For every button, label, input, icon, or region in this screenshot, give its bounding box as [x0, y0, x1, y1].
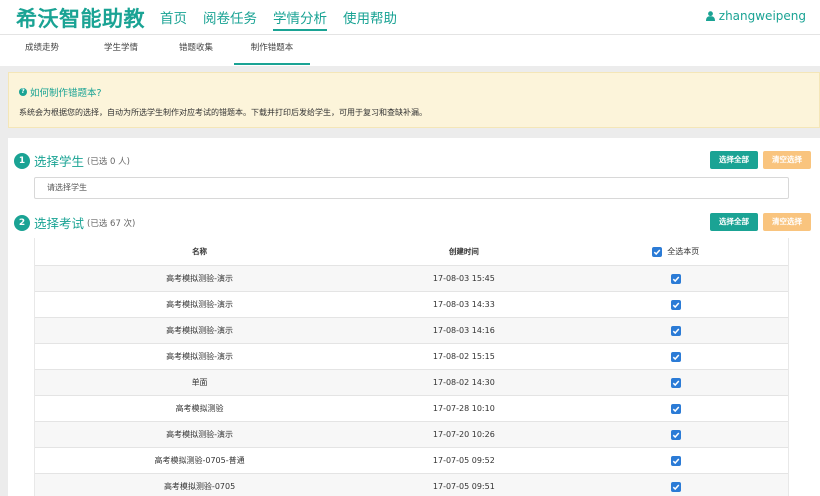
- exam-checkbox-cell[interactable]: [564, 266, 788, 291]
- exam-name: 高考模拟测验-0705: [163, 482, 236, 491]
- nav-item-learning-analysis[interactable]: 学情分析: [273, 7, 327, 31]
- exam-created-time: 17-07-28 10:10: [432, 404, 495, 413]
- sub-tabs: 成绩走势 学生学情 错题收集 制作错题本: [0, 34, 820, 66]
- info-text: 系统会为根据您的选择，自动为所选学生制作对应考试的错题本。下载并打印后发给学生，…: [19, 108, 427, 117]
- table-row: 高考模拟测验-演示 17-08-03 14:16: [35, 318, 788, 344]
- exam-created-time: 17-08-02 15:15: [432, 352, 495, 361]
- exam-name: 高考模拟测验-演示: [166, 274, 233, 283]
- step2-title: 选择考试: [34, 216, 85, 231]
- checkbox-checked-icon[interactable]: [670, 403, 681, 414]
- column-header-name: 名称: [192, 247, 208, 256]
- exam-name: 单面: [191, 378, 208, 387]
- exam-name: 高考模拟测验-演示: [166, 352, 233, 361]
- main-panel: 1 选择学生 (已选 0 人) 选择全部 清空选择 请选择学生 2 选择考试 (…: [8, 138, 820, 496]
- question-icon: ?: [19, 88, 27, 96]
- tab-score-trend[interactable]: 成绩走势: [12, 35, 72, 65]
- exam-checkbox-cell[interactable]: [564, 344, 788, 369]
- student-select-input[interactable]: 请选择学生: [34, 177, 789, 199]
- table-body: 高考模拟测验-演示 17-08-03 15:45 高考模拟测验-演示 17-08-03…: [35, 266, 788, 496]
- checkbox-checked-icon[interactable]: [670, 299, 681, 310]
- nav-item-home[interactable]: 首页: [160, 7, 187, 31]
- step2-header: 2 选择考试 (已选 67 次): [14, 213, 135, 232]
- exam-table: 名称 创建时间 全选本页 高考模拟测验-演示 17-08-03 15:45 高考模拟…: [34, 238, 789, 496]
- exam-created-time: 17-07-05 09:52: [432, 456, 495, 465]
- select-all-students-button[interactable]: 选择全部: [710, 151, 758, 169]
- exam-checkbox-cell[interactable]: [564, 396, 788, 421]
- select-all-exams-button[interactable]: 选择全部: [710, 213, 758, 231]
- table-row: 高考模拟测验-演示 17-08-02 15:15: [35, 344, 788, 370]
- checkbox-checked-icon[interactable]: [670, 351, 681, 362]
- table-row: 单面 17-08-02 14:30: [35, 370, 788, 396]
- column-header-created-time: 创建时间: [448, 247, 479, 256]
- table-row: 高考模拟测验-演示 17-08-03 14:33: [35, 292, 788, 318]
- exam-name: 高考模拟测验-演示: [166, 430, 233, 439]
- username: zhangweipeng: [718, 9, 806, 23]
- info-title-text: 如何制作错题本?: [30, 88, 102, 99]
- exam-name: 高考模拟测验-演示: [166, 300, 233, 309]
- nav-item-grading-tasks[interactable]: 阅卷任务: [203, 7, 257, 31]
- tab-wrong-question-collection[interactable]: 错题收集: [163, 35, 229, 65]
- step2-count: (已选 67 次): [87, 218, 136, 229]
- step1-number: 1: [14, 152, 30, 169]
- table-row: 高考模拟测验-演示 17-07-20 10:26: [35, 422, 788, 448]
- user-menu[interactable]: zhangweipeng: [705, 9, 806, 23]
- step1-header: 1 选择学生 (已选 0 人): [14, 151, 130, 170]
- exam-checkbox-cell[interactable]: [564, 318, 788, 343]
- table-header: 名称 创建时间 全选本页: [35, 238, 788, 266]
- info-title: ? 如何制作错题本?: [19, 85, 102, 99]
- checkbox-checked-icon[interactable]: [670, 455, 681, 466]
- tab-student-analysis[interactable]: 学生学情: [88, 35, 154, 65]
- checkbox-checked-icon[interactable]: [670, 325, 681, 336]
- checkbox-checked-icon[interactable]: [670, 481, 681, 492]
- exam-name: 高考模拟测验-演示: [166, 326, 233, 335]
- table-row: 高考模拟测验-演示 17-08-03 15:45: [35, 266, 788, 292]
- top-navbar: 希沃智能助教 首页 阅卷任务 学情分析 使用帮助 zhangweipeng: [0, 0, 820, 34]
- select-page-label: 全选本页: [667, 247, 700, 256]
- checkbox-checked-icon[interactable]: [670, 429, 681, 440]
- checkbox-checked-icon[interactable]: [670, 273, 681, 284]
- exam-checkbox-cell[interactable]: [564, 474, 788, 496]
- step1-title: 选择学生: [34, 154, 85, 169]
- exam-checkbox-cell[interactable]: [564, 292, 788, 317]
- exam-name: 高考模拟测验-0705-普通: [154, 456, 245, 465]
- exam-checkbox-cell[interactable]: [564, 370, 788, 395]
- exam-created-time: 17-08-03 14:33: [432, 300, 495, 309]
- clear-students-button[interactable]: 清空选择: [763, 151, 811, 169]
- exam-created-time: 17-07-05 09:51: [432, 482, 495, 491]
- brand-logo[interactable]: 希沃智能助教: [16, 3, 145, 33]
- main-nav: 首页 阅卷任务 学情分析 使用帮助: [160, 7, 413, 31]
- step2-number: 2: [14, 214, 30, 231]
- table-row: 高考模拟测验-0705 17-07-05 09:51: [35, 474, 788, 496]
- clear-exams-button[interactable]: 清空选择: [763, 213, 811, 231]
- info-box: ? 如何制作错题本? 系统会为根据您的选择，自动为所选学生制作对应考试的错题本。…: [8, 72, 820, 128]
- checkbox-checked-icon[interactable]: [670, 377, 681, 388]
- tab-make-wrong-book[interactable]: 制作错题本: [234, 35, 310, 65]
- exam-created-time: 17-08-02 14:30: [432, 378, 495, 387]
- step1-count: (已选 0 人): [87, 156, 130, 167]
- exam-checkbox-cell[interactable]: [564, 448, 788, 473]
- table-row: 高考模拟测验 17-07-28 10:10: [35, 396, 788, 422]
- exam-created-time: 17-07-20 10:26: [432, 430, 495, 439]
- exam-created-time: 17-08-03 14:16: [432, 326, 495, 335]
- table-row: 高考模拟测验-0705-普通 17-07-05 09:52: [35, 448, 788, 474]
- nav-item-help[interactable]: 使用帮助: [343, 7, 397, 31]
- exam-checkbox-cell[interactable]: [564, 422, 788, 447]
- exam-created-time: 17-08-03 15:45: [432, 274, 495, 283]
- select-page-checkbox[interactable]: 全选本页: [564, 238, 788, 265]
- checkbox-checked-icon[interactable]: [652, 246, 663, 257]
- exam-name: 高考模拟测验: [175, 404, 224, 413]
- user-icon: [705, 11, 715, 21]
